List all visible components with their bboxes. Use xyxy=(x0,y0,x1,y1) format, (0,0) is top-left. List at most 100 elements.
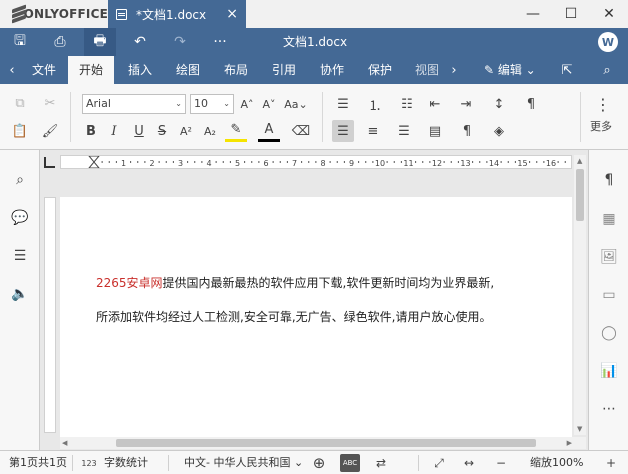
page-indicator[interactable]: 第1页共1页 xyxy=(9,451,67,474)
tab-insert[interactable]: 插入 xyxy=(118,56,162,84)
cut-icon[interactable]: ✂ xyxy=(39,92,61,114)
document-tab[interactable]: *文档1.docx × xyxy=(108,0,246,28)
superscript-icon[interactable]: A² xyxy=(175,120,197,142)
open-location-icon[interactable]: ⇱ xyxy=(555,56,579,84)
globe-icon[interactable]: ⊕ xyxy=(310,454,328,472)
font-color-icon[interactable]: A xyxy=(258,120,280,142)
scroll-right-icon[interactable]: ▶ xyxy=(567,439,572,447)
close-window-button[interactable]: ✕ xyxy=(590,0,628,28)
paragraph-settings-icon[interactable]: ¶ xyxy=(520,93,542,115)
navigation-icon[interactable]: ☰ xyxy=(8,244,32,268)
bold-icon[interactable]: B xyxy=(80,120,102,142)
align-right-icon[interactable]: ☰ xyxy=(393,120,415,142)
spellcheck-icon[interactable]: ABC xyxy=(340,454,360,472)
shading-icon[interactable]: ◈ xyxy=(488,120,510,142)
decrease-indent-icon[interactable]: ⇤ xyxy=(424,93,446,115)
paragraph-1[interactable]: 2265安卓网提供国内最新最热的软件应用下载,软件更新时间均为业界最新, xyxy=(96,274,494,291)
scroll-left-icon[interactable]: ◀ xyxy=(62,439,67,447)
status-bar: 第1页共1页 123 字数统计 中文- 中华人民共和国 ⌄ ⊕ ABC ⇄ ⤢ … xyxy=(0,450,628,474)
track-changes-icon[interactable]: ⇄ xyxy=(372,454,390,472)
speaker-icon[interactable]: 🔈 xyxy=(8,282,32,306)
subscript-icon[interactable]: A₂ xyxy=(199,120,221,142)
chart-settings-icon[interactable]: 📊 xyxy=(597,359,621,383)
copy-icon[interactable]: ⧉ xyxy=(9,92,31,114)
indent-marker-icon[interactable] xyxy=(87,155,101,169)
decrease-font-icon[interactable]: A˅ xyxy=(258,93,280,115)
maximize-button[interactable]: ☐ xyxy=(552,0,590,28)
undo-icon[interactable]: ↶ xyxy=(124,28,156,56)
fit-width-icon[interactable]: ↔ xyxy=(460,454,478,472)
line-spacing-icon[interactable]: ↕ xyxy=(488,93,510,115)
italic-icon[interactable]: I xyxy=(103,120,125,142)
close-tab-icon[interactable]: × xyxy=(226,7,238,21)
nonprinting-characters-icon[interactable]: ¶ xyxy=(456,120,478,142)
increase-indent-icon[interactable]: ⇥ xyxy=(455,93,477,115)
quick-print-icon[interactable]: 🖶 xyxy=(84,28,116,56)
tabs-next-icon[interactable]: › xyxy=(442,56,466,84)
clear-style-icon[interactable]: ⌫ xyxy=(290,120,312,142)
image-settings-icon[interactable]: 🖼 xyxy=(597,245,621,269)
increase-font-icon[interactable]: A˄ xyxy=(236,93,258,115)
format-painter-icon[interactable]: 🖌 xyxy=(39,120,61,142)
fit-page-icon[interactable]: ⤢ xyxy=(430,454,448,472)
avatar[interactable]: W xyxy=(598,32,618,52)
scroll-up-icon[interactable]: ▲ xyxy=(577,157,582,165)
multilevel-list-icon[interactable]: ☷ xyxy=(396,93,418,115)
font-size-select[interactable]: 10 ⌄ xyxy=(190,94,234,114)
tab-references[interactable]: 引用 xyxy=(262,56,306,84)
comments-icon[interactable]: 💬 xyxy=(8,206,32,230)
align-left-icon[interactable]: ☰ xyxy=(332,120,354,142)
more-label[interactable]: 更多 xyxy=(590,118,612,134)
ruler-number: 10 xyxy=(375,159,385,168)
word-count-button[interactable]: 字数统计 xyxy=(104,451,148,474)
language-select[interactable]: 中文- 中华人民共和国 ⌄ xyxy=(184,451,303,474)
paragraph-1-text: 提供国内最新最热的软件应用下载,软件更新时间均为业界最新, xyxy=(162,276,495,290)
table-settings-icon[interactable]: ▦ xyxy=(597,207,621,231)
zoom-in-icon[interactable]: + xyxy=(602,454,620,472)
search-icon[interactable]: ⌕ xyxy=(595,56,619,84)
tab-protection[interactable]: 保护 xyxy=(358,56,402,84)
search-icon[interactable]: ⌕ xyxy=(8,168,32,192)
scroll-down-icon[interactable]: ▼ xyxy=(577,425,582,433)
shape-settings-icon[interactable]: ◯ xyxy=(597,321,621,345)
tab-stop-selector[interactable] xyxy=(44,157,55,168)
horizontal-scroll-thumb[interactable] xyxy=(116,439,536,447)
paragraph-2[interactable]: 所添加软件均经过人工检测,安全可靠,无广告、绿色软件,请用户放心使用。 xyxy=(96,308,491,325)
paragraph-settings-icon[interactable]: ¶ xyxy=(597,168,621,192)
vertical-scroll-thumb[interactable] xyxy=(576,169,584,221)
ruler-number: 6 xyxy=(263,159,268,168)
tab-layout[interactable]: 布局 xyxy=(214,56,258,84)
right-panel: ¶ ▦ 🖼 ▭ ◯ 📊 ⋯ xyxy=(588,150,628,450)
change-case-icon[interactable]: Aa⌄ xyxy=(282,93,310,115)
tab-file[interactable]: 文件 xyxy=(24,56,64,84)
bullets-icon[interactable]: ☰ xyxy=(332,93,354,115)
vertical-scrollbar[interactable]: ▲ ▼ xyxy=(574,155,586,435)
zoom-level[interactable]: 缩放100% xyxy=(530,451,583,474)
header-footer-icon[interactable]: ▭ xyxy=(597,283,621,307)
minimize-button[interactable]: — xyxy=(514,0,552,28)
strikethrough-icon[interactable]: S xyxy=(151,120,173,142)
horizontal-ruler[interactable]: 1 2 3 4 5 6 7 8 9 10 11 12 13 14 15 16 xyxy=(60,155,572,169)
redo-icon[interactable]: ↷ xyxy=(164,28,196,56)
tab-draw[interactable]: 绘图 xyxy=(166,56,210,84)
highlight-icon[interactable]: ✎ xyxy=(225,120,247,142)
tabs-prev-icon[interactable]: ‹ xyxy=(0,56,24,84)
horizontal-scrollbar[interactable]: ◀ ▶ xyxy=(60,437,586,449)
font-name-select[interactable]: Arial ⌄ xyxy=(82,94,186,114)
divider xyxy=(418,455,419,471)
underline-icon[interactable]: U xyxy=(128,120,150,142)
zoom-out-icon[interactable]: − xyxy=(492,454,510,472)
edit-mode-dropdown[interactable]: ✎ 编辑 ⌄ xyxy=(484,56,536,84)
justify-icon[interactable]: ▤ xyxy=(424,120,446,142)
print-icon[interactable]: ⎙ xyxy=(44,28,76,56)
align-center-icon[interactable]: ≡ xyxy=(362,120,384,142)
tab-home[interactable]: 开始 xyxy=(68,56,114,84)
more-quick-icon[interactable]: ··· xyxy=(204,28,236,56)
more-icon[interactable]: ⋮ xyxy=(592,93,614,115)
tab-collaboration[interactable]: 协作 xyxy=(310,56,354,84)
numbering-icon[interactable]: ⒈ xyxy=(364,93,386,115)
save-icon[interactable]: 🖫 xyxy=(4,28,36,56)
paste-icon[interactable]: 📋 xyxy=(9,120,31,142)
more-icon[interactable]: ⋯ xyxy=(597,397,621,421)
vertical-ruler[interactable] xyxy=(44,197,56,433)
